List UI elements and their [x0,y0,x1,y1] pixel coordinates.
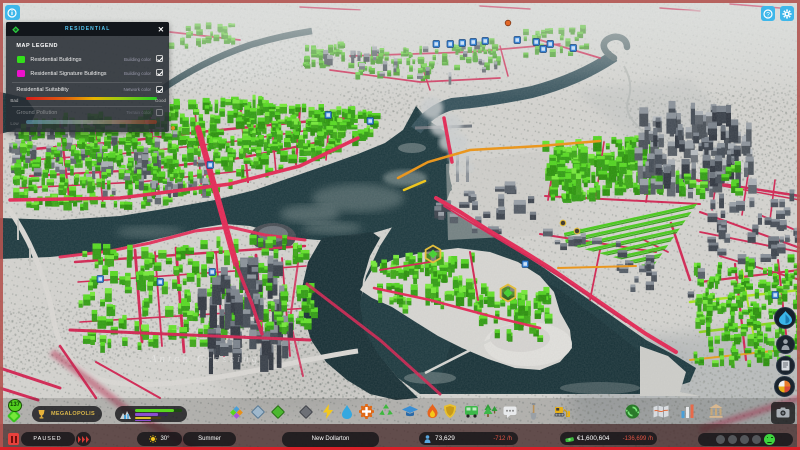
svg-text:?: ? [766,11,770,18]
